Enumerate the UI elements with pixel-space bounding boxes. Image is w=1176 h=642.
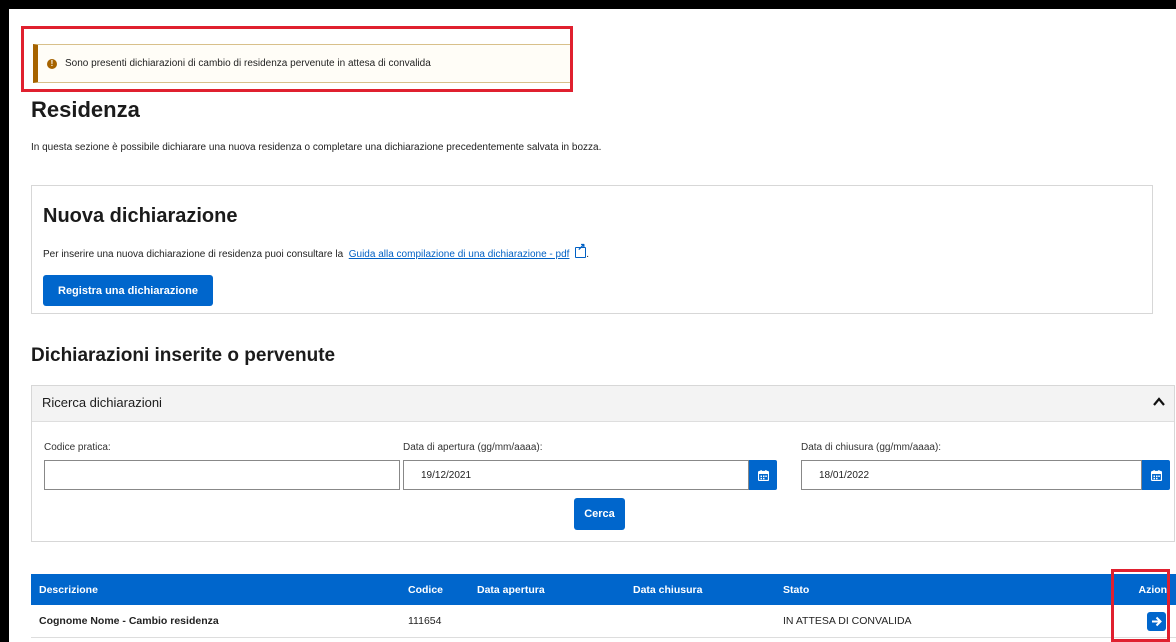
apertura-input[interactable]: 19/12/2021 <box>403 460 749 490</box>
cell-data-chiusura <box>625 605 775 638</box>
register-declaration-button[interactable]: Registra una dichiarazione <box>43 275 213 306</box>
search-panel: Ricerca dichiarazioni Codice pratica: Da… <box>31 385 1175 542</box>
highlight-actions-box <box>1111 569 1170 642</box>
cell-data-apertura <box>469 605 625 638</box>
list-title: Dichiarazioni inserite o pervenute <box>31 345 336 366</box>
chiusura-input[interactable]: 18/01/2022 <box>801 460 1142 490</box>
highlight-alert-box <box>21 26 573 92</box>
declarations-table: Descrizione Codice Data apertura Data ch… <box>31 574 1176 638</box>
header-descrizione: Descrizione <box>31 574 400 605</box>
chevron-up-icon[interactable] <box>1152 395 1166 409</box>
cell-stato: IN ATTESA DI CONVALIDA <box>775 605 1077 638</box>
cell-codice: 111654 <box>400 605 469 638</box>
header-data-apertura: Data apertura <box>469 574 625 605</box>
header-stato: Stato <box>775 574 1077 605</box>
codice-label: Codice pratica: <box>44 442 111 453</box>
search-panel-title: Ricerca dichiarazioni <box>42 395 162 410</box>
page: ! Sono presenti dichiarazioni di cambio … <box>9 9 1176 642</box>
guide-paragraph: Per inserire una nuova dichiarazione di … <box>43 242 589 260</box>
chiusura-calendar-button[interactable] <box>1142 460 1170 490</box>
chiusura-label: Data di chiusura (gg/mm/aaaa): <box>801 442 942 453</box>
calendar-icon <box>1150 469 1162 481</box>
new-declaration-title: Nuova dichiarazione <box>43 205 238 227</box>
header-codice: Codice <box>400 574 469 605</box>
table-row: Cognome Nome - Cambio residenza 111654 I… <box>31 605 1176 638</box>
page-title: Residenza <box>31 97 140 122</box>
codice-input[interactable] <box>44 460 400 490</box>
header-data-chiusura: Data chiusura <box>625 574 775 605</box>
search-panel-header[interactable]: Ricerca dichiarazioni <box>32 386 1174 422</box>
guide-text: Per inserire una nuova dichiarazione di … <box>43 249 344 260</box>
page-intro: In questa sezione è possibile dichiarare… <box>31 142 602 153</box>
cell-descrizione: Cognome Nome - Cambio residenza <box>31 605 400 638</box>
apertura-label: Data di apertura (gg/mm/aaaa): <box>403 442 543 453</box>
external-link-icon[interactable] <box>575 242 587 258</box>
guide-link[interactable]: Guida alla compilazione di una dichiaraz… <box>349 249 570 260</box>
table-header-row: Descrizione Codice Data apertura Data ch… <box>31 574 1176 605</box>
apertura-calendar-button[interactable] <box>749 460 777 490</box>
new-declaration-card: Nuova dichiarazione Per inserire una nuo… <box>31 185 1153 314</box>
calendar-icon <box>757 469 769 481</box>
search-button[interactable]: Cerca <box>574 498 625 530</box>
